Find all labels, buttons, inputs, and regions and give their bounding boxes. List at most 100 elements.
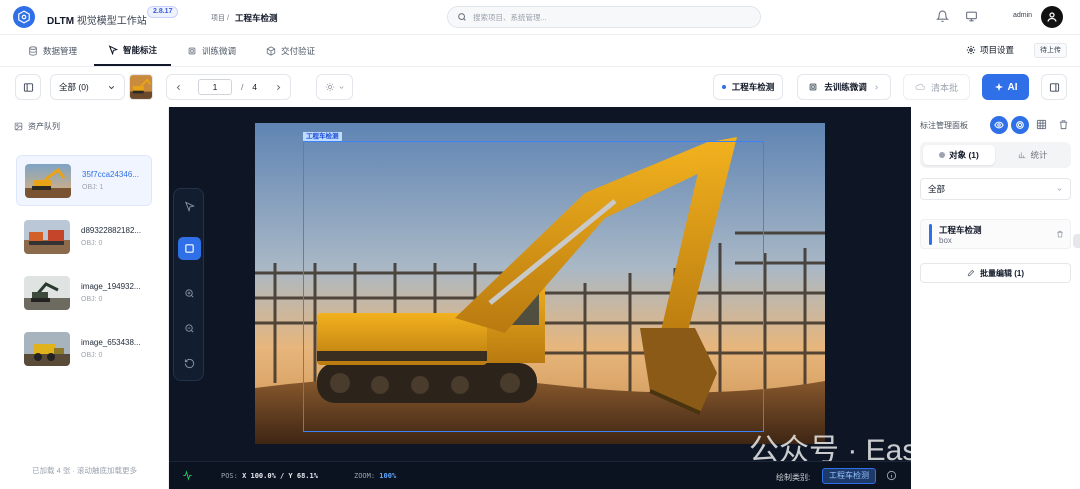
page-total: 4 (252, 82, 258, 92)
object-filter-value: 全部 (928, 184, 946, 194)
tab-label: 训练微调 (202, 45, 237, 56)
app-title-name: DLTM (47, 16, 75, 27)
cloud-icon (915, 83, 925, 90)
asset-thumbnail (25, 163, 71, 198)
asset-object-count: OBJ: 0 (81, 296, 103, 303)
chevron-left-icon[interactable] (174, 83, 183, 92)
status-filter-select[interactable]: 全部 (0) (50, 74, 125, 100)
asset-name: d89322882182... (81, 226, 142, 235)
loader-thumbnail-image (24, 331, 70, 366)
monitor-icon[interactable] (965, 10, 978, 23)
asset-list-item[interactable]: image_194932... OBJ: 0 (16, 267, 152, 318)
object-dot-icon (939, 152, 946, 158)
asset-queue-panel: 资产队列 35f7cca24346... OBJ: 1 d89322882182… (0, 107, 169, 489)
user-icon (1047, 12, 1057, 22)
zoom-out-button[interactable] (178, 317, 201, 340)
batch-edit-button[interactable]: 批量编辑 (1) (920, 263, 1071, 283)
info-icon[interactable] (886, 470, 897, 481)
page-navigator: 1 / 4 (166, 74, 291, 100)
asset-name: image_653438... (81, 338, 141, 347)
tab-objects[interactable]: 对象 (1) (923, 145, 995, 165)
sparkle-icon (994, 82, 1003, 92)
toggle-visibility-button[interactable] (990, 116, 1008, 134)
tab-delivery[interactable]: 交付验证 (266, 35, 315, 66)
focus-target-button[interactable] (1011, 116, 1029, 134)
asset-thumbnail (24, 275, 70, 310)
pending-upload-badge[interactable]: 待上传 (1034, 43, 1067, 58)
search-input[interactable] (473, 12, 753, 22)
project-settings-button[interactable]: 项目设置 (966, 44, 1014, 56)
excavator-thumbnail-image (25, 163, 71, 198)
asset-list-item[interactable]: 35f7cca24346... OBJ: 1 (16, 155, 152, 206)
search-box[interactable] (447, 6, 761, 28)
asset-thumbnail (24, 219, 70, 254)
bounding-box[interactable] (303, 141, 764, 432)
trash-icon[interactable] (1058, 119, 1069, 130)
zoom-in-button[interactable] (178, 282, 201, 305)
zoom-label: ZOOM: (354, 472, 376, 480)
database-icon (29, 45, 37, 56)
app-logo-icon[interactable] (13, 6, 35, 28)
right-panel-toggle-button[interactable] (1041, 74, 1067, 100)
grid-icon[interactable] (1036, 119, 1047, 130)
brightness-menu-button[interactable] (316, 74, 353, 100)
edit-icon (967, 269, 975, 277)
tab-statistics[interactable]: 统计 (998, 145, 1068, 165)
tab-label: 数据管理 (43, 45, 78, 56)
chevron-down-icon (108, 85, 115, 89)
page-separator: / (240, 82, 244, 92)
class-selector-label: 工程车检测 (731, 82, 775, 92)
panel-tabs: 对象 (1) 统计 (920, 142, 1071, 168)
reset-view-button[interactable] (178, 352, 201, 375)
asset-thumbnail (24, 331, 70, 366)
pointer-icon (184, 201, 195, 212)
annotation-canvas[interactable]: 工程车检测 公众号 · EasyGBS POS: X 100.0% / Y 68… (169, 107, 996, 489)
select-tool-button[interactable] (178, 195, 201, 218)
asset-list-item[interactable]: image_653438... OBJ: 0 (16, 323, 152, 374)
object-filter-select[interactable]: 全部 (920, 178, 1071, 200)
user-name: admin (1013, 12, 1033, 19)
current-image-thumbnail[interactable] (129, 74, 153, 100)
version-badge: 2.8.17 (147, 6, 179, 18)
object-color-bar (929, 224, 932, 245)
square-icon (185, 244, 194, 253)
box-tool-button[interactable] (178, 237, 201, 260)
excavator-thumbnail-image (130, 75, 152, 99)
cpu-icon (188, 47, 196, 54)
avatar[interactable] (1041, 6, 1063, 28)
tab-data-management[interactable]: 数据管理 (28, 35, 77, 66)
go-train-label: 去训练微调 (824, 82, 867, 92)
tab-smart-annotation[interactable]: 智能标注 (94, 35, 172, 66)
delete-object-icon[interactable] (1056, 230, 1064, 238)
status-filter-value: 全部 (0) (59, 82, 89, 92)
notification-bell-icon[interactable] (936, 10, 949, 23)
tab-label: 交付验证 (281, 45, 316, 56)
asset-name: 35f7cca24346... (82, 170, 139, 179)
zoom-readout: ZOOM: 100% (354, 472, 396, 480)
ai-assist-button[interactable]: AI (982, 74, 1029, 100)
tab-training[interactable]: 训练微调 (187, 35, 236, 66)
main-tabs: 数据管理 智能标注 训练微调 交付验证 项目设置 待上传 (0, 35, 1080, 67)
object-list-item[interactable]: 工程车检测 box (920, 219, 1071, 249)
asset-list-item[interactable]: d89322882182... OBJ: 0 (16, 211, 152, 262)
page-current-input[interactable]: 1 (197, 79, 232, 95)
app-title: DLTM 视觉模型工作站 (47, 12, 147, 27)
draw-class-value[interactable]: 工程车检测 (822, 468, 876, 484)
eye-icon (994, 121, 1004, 129)
class-dot-icon (721, 85, 726, 89)
tab-objects-label: 对象 (1) (949, 150, 979, 160)
cursor-position-readout: POS: X 100.0% / Y 68.1% (221, 472, 318, 480)
object-class-name: 工程车检测 (939, 225, 982, 235)
go-train-button[interactable]: 去训练微调 (797, 74, 891, 100)
panel-right-icon (1049, 82, 1059, 92)
activity-icon (183, 470, 192, 481)
panel-resize-handle[interactable] (1073, 234, 1080, 248)
project-settings-label: 项目设置 (980, 45, 1015, 55)
app-title-subtitle: 视觉模型工作站 (76, 16, 147, 27)
clear-batch-button[interactable]: 清本批 (903, 74, 970, 100)
class-selector-button[interactable]: 工程车检测 (713, 74, 783, 100)
construction-thumbnail-image (24, 219, 70, 254)
sidebar-toggle-button[interactable] (15, 74, 41, 100)
breadcrumb-parent[interactable]: 项目 / (211, 13, 229, 23)
chevron-right-icon[interactable] (274, 83, 283, 92)
